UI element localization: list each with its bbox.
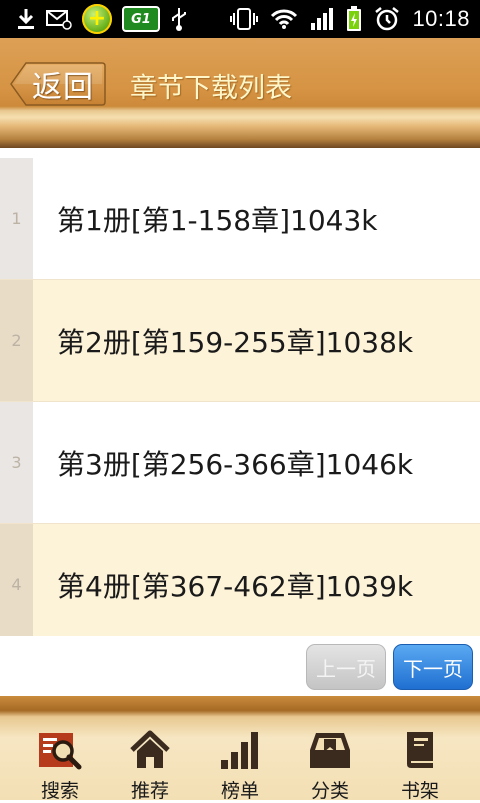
list-item[interactable]: 4 第4册[第367-462章]1039k	[0, 524, 480, 646]
signal-icon	[310, 7, 334, 31]
status-time: 10:18	[412, 6, 470, 31]
list-item-title: 第4册[第367-462章]1039k	[57, 569, 414, 603]
nav-item-label: 分类	[310, 780, 349, 802]
back-button-label: 返回	[32, 70, 94, 105]
pager: 上一页 下一页	[0, 636, 480, 696]
bookshelf-icon	[403, 730, 437, 770]
vibrate-icon	[230, 7, 259, 31]
nav-item-label: 书架	[400, 780, 439, 802]
nav-item-label: 推荐	[130, 780, 169, 802]
list-item-index: 4	[0, 524, 33, 645]
list-item[interactable]: 1 第1册[第1-158章]1043k	[0, 158, 480, 280]
list-item-title: 第2册[第159-255章]1038k	[57, 325, 414, 359]
list-item-title: 第1册[第1-158章]1043k	[57, 203, 378, 237]
list-item-title: 第3册[第256-366章]1046k	[57, 447, 414, 481]
download-icon	[16, 7, 36, 31]
app-header: 返回 章节下载列表	[0, 38, 480, 148]
bottom-nav-bar: 搜索 推荐 榜单 分类 书架	[0, 696, 480, 802]
nav-item-category[interactable]: 分类	[285, 730, 375, 802]
nav-item-ranking[interactable]: 榜单	[195, 730, 285, 802]
mail-icon	[46, 8, 72, 30]
status-bar: + G1 10:18	[0, 0, 480, 38]
list-item[interactable]: 2 第2册[第159-255章]1038k	[0, 280, 480, 402]
back-button[interactable]: 返回	[10, 62, 106, 106]
category-icon	[308, 730, 352, 770]
wifi-icon	[270, 8, 298, 30]
search-icon	[38, 730, 82, 770]
nav-item-bookshelf[interactable]: 书架	[375, 730, 465, 802]
list-item-index: 1	[0, 158, 33, 279]
nav-item-search[interactable]: 搜索	[15, 730, 105, 802]
sim-icon: G1	[122, 6, 160, 32]
usb-icon	[170, 6, 188, 32]
list-item-index: 2	[0, 280, 33, 401]
battery-icon	[346, 6, 362, 32]
nav-item-label: 榜单	[220, 780, 259, 802]
home-icon	[129, 730, 171, 770]
alarm-icon	[374, 6, 400, 32]
nav-item-label: 搜索	[40, 780, 79, 802]
plus-badge-icon: +	[82, 4, 112, 34]
list-item[interactable]: 3 第3册[第256-366章]1046k	[0, 402, 480, 524]
next-page-button[interactable]: 下一页	[393, 644, 473, 690]
ranking-icon	[219, 730, 261, 770]
prev-page-button[interactable]: 上一页	[306, 644, 386, 690]
chapter-list: 1 第1册[第1-158章]1043k 2 第2册[第159-255章]1038…	[0, 158, 480, 646]
nav-item-recommend[interactable]: 推荐	[105, 730, 195, 802]
page-title: 章节下载列表	[130, 73, 292, 104]
list-item-index: 3	[0, 402, 33, 523]
